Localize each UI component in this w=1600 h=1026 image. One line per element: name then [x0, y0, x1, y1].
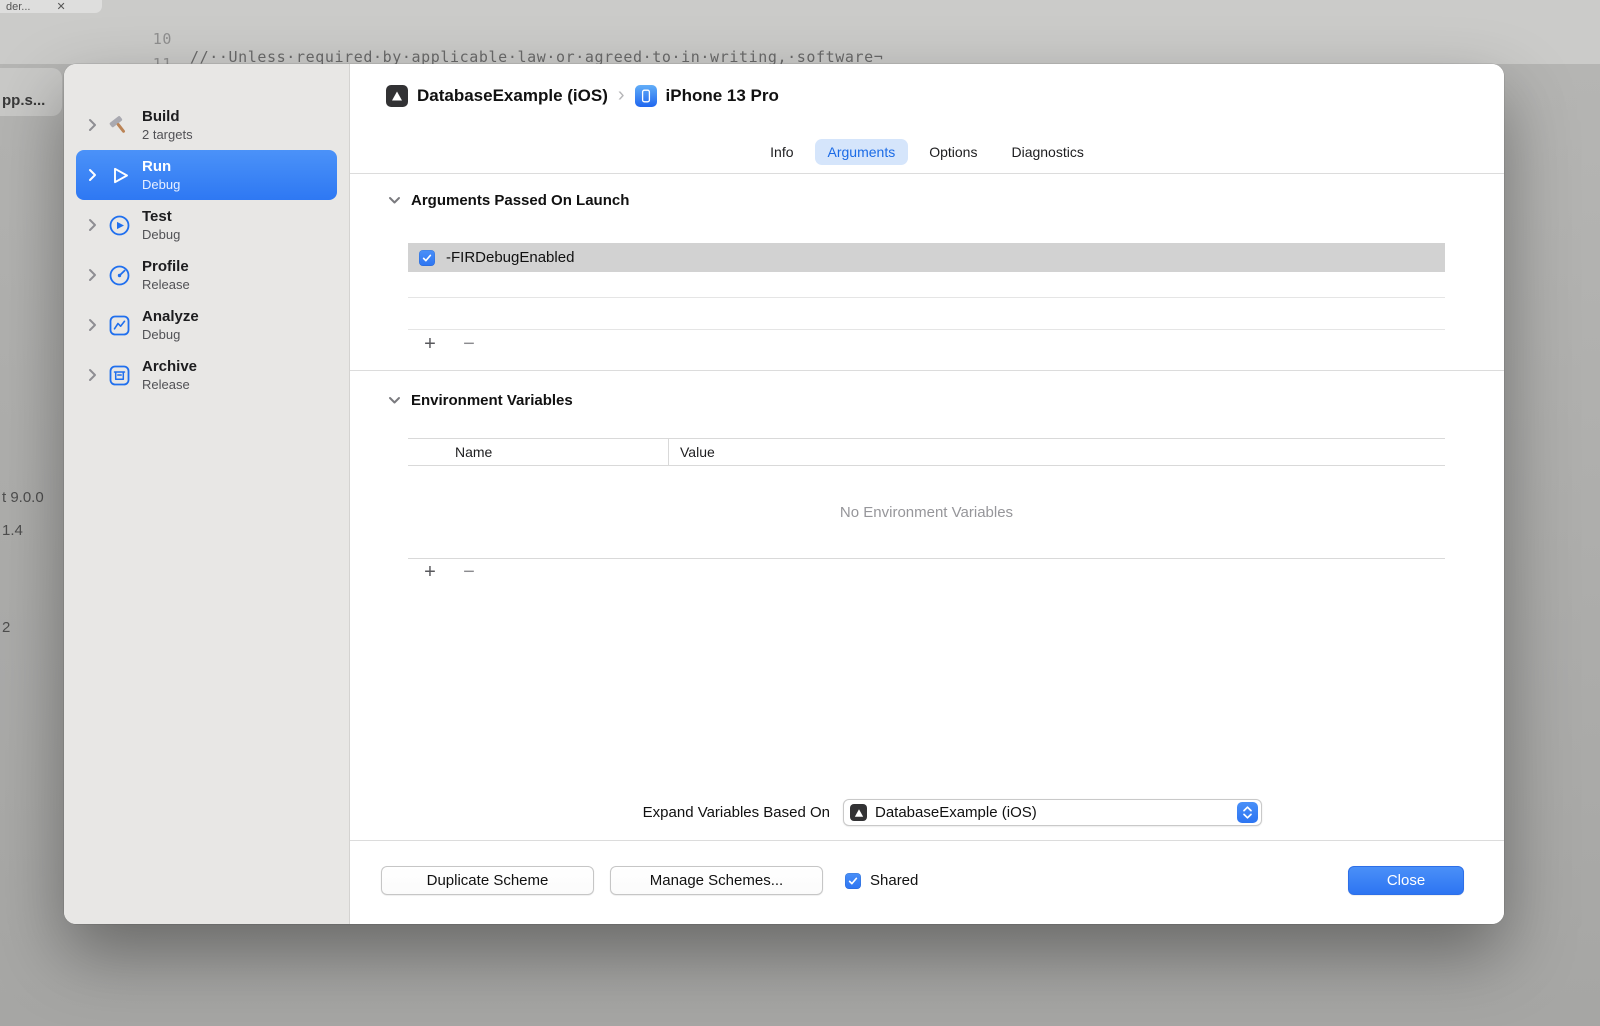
duplicate-scheme-button[interactable]: Duplicate Scheme	[381, 866, 594, 895]
argument-row[interactable]: -FIRDebugEnabled	[408, 243, 1445, 272]
sidebar-item-sublabel: Release	[142, 376, 190, 392]
expand-variables-dropdown[interactable]: DatabaseExample (iOS)	[843, 799, 1262, 826]
shared-label: Shared	[870, 872, 919, 889]
chevron-right-icon[interactable]	[88, 318, 97, 332]
breadcrumb: DatabaseExample (iOS) › iPhone 13 Pro	[386, 84, 779, 107]
chevron-right-icon[interactable]	[88, 168, 97, 182]
tab-diagnostics[interactable]: Diagnostics	[998, 139, 1096, 165]
environment-add-remove-controls: + −	[421, 562, 478, 582]
background-fragment: t 9.0.0	[2, 489, 44, 506]
scheme-editor-dialog: Build 2 targets Run Debug Test Debug Pro…	[64, 64, 1504, 924]
destination-name[interactable]: iPhone 13 Pro	[666, 86, 779, 106]
shared-option: Shared	[845, 866, 918, 895]
play-icon	[106, 162, 133, 189]
sidebar-item-label: Test	[142, 208, 172, 226]
launch-arguments-table: -FIRDebugEnabled	[408, 243, 1445, 330]
section-divider	[350, 370, 1504, 371]
environment-table-header: Name Value	[408, 438, 1445, 466]
expand-variables-label: Expand Variables Based On	[642, 804, 830, 821]
sidebar-item-label: Run	[142, 158, 172, 176]
add-argument-button[interactable]: +	[421, 334, 439, 354]
column-divider	[668, 439, 669, 465]
remove-argument-button[interactable]: −	[460, 334, 478, 354]
hammer-icon	[106, 112, 133, 139]
column-header-name: Name	[455, 444, 493, 460]
scheme-app-icon[interactable]	[386, 84, 408, 107]
environment-table-body: No Environment Variables	[408, 466, 1445, 559]
arguments-add-remove-controls: + −	[421, 334, 478, 354]
tab-arguments[interactable]: Arguments	[814, 138, 909, 165]
gauge-icon	[106, 262, 133, 289]
test-play-icon	[106, 212, 133, 239]
sidebar-item-archive[interactable]: Archive Release	[76, 350, 337, 400]
sidebar-item-sublabel: Release	[142, 276, 190, 292]
remove-environment-variable-button[interactable]: −	[460, 562, 478, 582]
sidebar-item-profile[interactable]: Profile Release	[76, 250, 337, 300]
shared-checkbox-checked[interactable]	[845, 872, 861, 889]
close-button[interactable]: Close	[1348, 866, 1464, 895]
close-icon: ✕	[56, 1, 66, 13]
sidebar-item-label: Archive	[142, 358, 198, 376]
empty-table-row	[408, 298, 1445, 330]
background-file-tab-title: der...	[6, 0, 31, 13]
arguments-section-header: Arguments Passed On Launch	[388, 192, 629, 209]
environment-variables-table: Name Value No Environment Variables	[408, 438, 1445, 559]
sidebar-item-label: Analyze	[142, 308, 199, 326]
footer-divider	[350, 840, 1504, 841]
chevron-down-icon[interactable]	[388, 392, 401, 409]
sidebar-item-sublabel: Debug	[142, 176, 181, 192]
expand-variables-row: Expand Variables Based On DatabaseExampl…	[616, 799, 1262, 826]
background-fragment: 2	[2, 619, 11, 636]
dropdown-selected-value: DatabaseExample (iOS)	[875, 804, 1037, 821]
argument-checkbox-checked[interactable]	[419, 249, 435, 266]
device-icon[interactable]	[634, 84, 657, 107]
tab-options[interactable]: Options	[916, 139, 990, 165]
environment-section-title: Environment Variables	[411, 392, 573, 409]
sidebar-item-sublabel: 2 targets	[142, 126, 193, 142]
scheme-name[interactable]: DatabaseExample (iOS)	[417, 86, 608, 106]
sidebar-item-run[interactable]: Run Debug	[76, 150, 337, 200]
scheme-actions-sidebar: Build 2 targets Run Debug Test Debug Pro…	[64, 64, 350, 924]
sidebar-item-build[interactable]: Build 2 targets	[76, 100, 337, 150]
chevron-right-icon[interactable]	[88, 368, 97, 382]
sidebar-item-label: Profile	[142, 258, 189, 276]
sidebar-item-label: Build	[142, 108, 180, 126]
environment-section-header: Environment Variables	[388, 392, 573, 409]
popup-stepper-icon[interactable]	[1237, 802, 1258, 823]
chevron-right-icon[interactable]	[88, 268, 97, 282]
line-number: 10	[152, 30, 172, 48]
sidebar-item-sublabel: Debug	[142, 326, 181, 342]
background-fragment: 1.4	[2, 522, 23, 539]
archive-box-icon	[106, 362, 133, 389]
chevron-down-icon[interactable]	[388, 192, 401, 209]
chevron-right-icon[interactable]	[88, 118, 97, 132]
breadcrumb-separator: ›	[617, 84, 625, 106]
chevron-right-icon[interactable]	[88, 218, 97, 232]
argument-label[interactable]: -FIRDebugEnabled	[446, 249, 574, 266]
manage-schemes-button[interactable]: Manage Schemes...	[610, 866, 823, 895]
scheme-tabs: Info Arguments Options Diagnostics	[350, 130, 1504, 174]
background-fragment: pp.s...	[2, 92, 46, 109]
analyze-icon	[106, 312, 133, 339]
sidebar-item-test[interactable]: Test Debug	[76, 200, 337, 250]
sidebar-item-analyze[interactable]: Analyze Debug	[76, 300, 337, 350]
add-environment-variable-button[interactable]: +	[421, 562, 439, 582]
empty-table-row	[408, 272, 1445, 298]
environment-empty-placeholder: No Environment Variables	[839, 503, 1014, 521]
arguments-section-title: Arguments Passed On Launch	[411, 192, 630, 209]
scheme-editor-main: DatabaseExample (iOS) › iPhone 13 Pro In…	[350, 64, 1504, 924]
scheme-app-icon	[850, 804, 867, 821]
tab-info[interactable]: Info	[757, 139, 806, 165]
sidebar-item-sublabel: Debug	[142, 226, 181, 242]
column-header-value: Value	[680, 444, 715, 460]
background-file-tab: der... ✕	[0, 0, 102, 13]
